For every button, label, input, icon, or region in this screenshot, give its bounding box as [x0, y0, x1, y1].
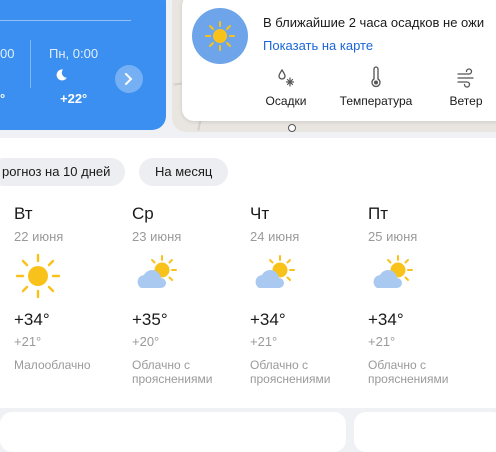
wind-icon	[457, 68, 474, 88]
day-date: 22 июня	[14, 229, 64, 244]
layer-precipitation[interactable]: Осадки	[258, 66, 314, 108]
precipitation-status: В ближайшие 2 часа осадков не ожи	[263, 15, 485, 30]
hour-temp: +22°	[60, 91, 88, 106]
day-max-temp: +34°	[368, 310, 404, 329]
tab-month[interactable]: На месяц	[139, 158, 229, 186]
thermometer-icon	[371, 66, 381, 88]
day-condition: Облачно с прояснениями	[250, 358, 331, 386]
moon-icon	[56, 69, 67, 81]
day-name: Вт	[14, 204, 33, 223]
day-min-temp: +20°	[132, 334, 160, 349]
hour-time: Пн, 0:00	[49, 46, 99, 61]
layer-label: Осадки	[265, 94, 307, 108]
tab-10-day-forecast[interactable]: рогноз на 10 дней	[0, 158, 126, 186]
day-min-temp: +21°	[368, 334, 396, 349]
sun-icon	[15, 253, 61, 299]
sun-icon	[205, 21, 235, 51]
hourly-forecast-card: 00 ° Пн, 0:00 +22°	[0, 0, 166, 130]
layer-temperature[interactable]: Температура	[334, 66, 418, 108]
partly-cloudy-icon	[373, 255, 413, 288]
divider	[30, 40, 31, 88]
day-date: 24 июня	[250, 229, 300, 244]
day-max-temp: +34°	[250, 310, 286, 329]
chevron-right-icon	[125, 73, 133, 85]
precipitation-icon	[278, 68, 295, 87]
day-max-temp: +34°	[14, 310, 50, 329]
hour-temp: °	[0, 91, 6, 106]
day-name: Чт	[250, 204, 270, 223]
map-location-pin	[288, 124, 296, 132]
partly-cloudy-icon	[137, 255, 177, 288]
day-max-temp: +35°	[132, 310, 168, 329]
layer-label: Температура	[339, 94, 413, 108]
bottom-card	[0, 412, 346, 452]
day-condition: Малооблачно	[14, 358, 91, 372]
hour-time: 00	[0, 46, 15, 61]
current-weather-badge	[192, 8, 248, 64]
day-condition: Облачно с прояснениями	[132, 358, 213, 386]
day-min-temp: +21°	[250, 334, 278, 349]
precipitation-card: В ближайшие 2 часа осадков не ожи Показа…	[182, 0, 496, 121]
day-name: Ср	[132, 204, 154, 223]
day-date: 25 июня	[368, 229, 418, 244]
layer-wind[interactable]: Ветер	[444, 66, 488, 108]
day-date: 23 июня	[132, 229, 182, 244]
show-on-map-link[interactable]: Показать на карте	[263, 38, 373, 53]
layer-label: Ветер	[449, 94, 483, 108]
forecast-panel: рогноз на 10 дней На месяц Вт 22 июня +3…	[0, 138, 496, 408]
day-name: Пт	[368, 204, 389, 223]
divider	[0, 20, 131, 21]
day-condition: Облачно с прояснениями	[368, 358, 449, 386]
day-min-temp: +21°	[14, 334, 42, 349]
next-hours-button[interactable]	[115, 65, 143, 93]
partly-cloudy-icon	[255, 255, 295, 288]
bottom-card	[354, 412, 496, 452]
